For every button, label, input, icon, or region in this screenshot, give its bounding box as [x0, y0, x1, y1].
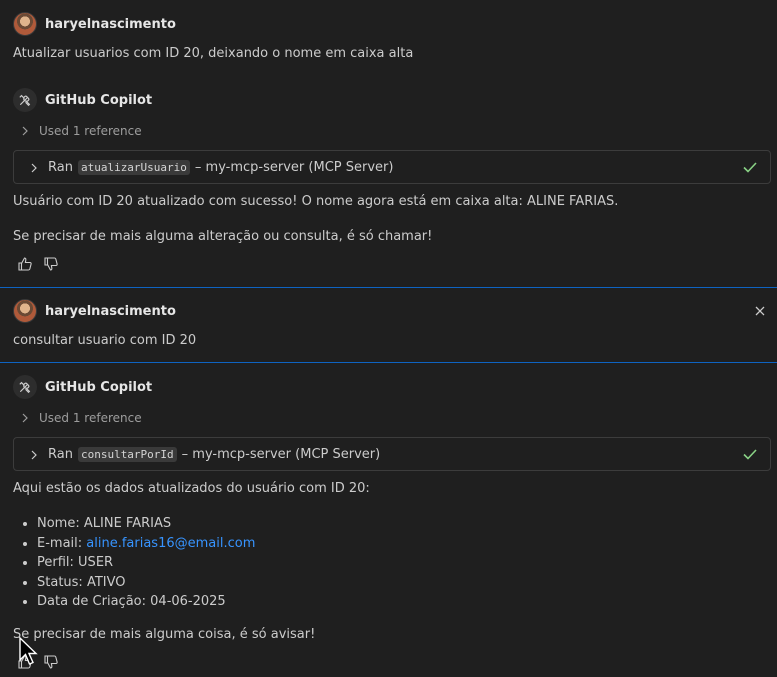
close-icon[interactable]	[754, 305, 766, 317]
chevron-right-icon	[22, 126, 28, 136]
thumbs-down-icon[interactable]	[43, 654, 59, 670]
assistant-name: GitHub Copilot	[45, 379, 153, 395]
feedback-buttons	[17, 256, 59, 272]
data-value: 04-06-2025	[150, 594, 226, 609]
assistant-header-1: GitHub Copilot	[13, 88, 152, 112]
email-label: E-mail:	[37, 535, 83, 551]
reference-label: Used 1 reference	[39, 411, 142, 425]
status-label: Status:	[37, 574, 83, 590]
assistant-paragraph: Se precisar de mais alguma alteração ou …	[13, 229, 433, 244]
status-value: ATIVO	[86, 574, 126, 590]
used-references-toggle[interactable]: Used 1 reference	[19, 124, 142, 138]
assistant-name: GitHub Copilot	[45, 92, 153, 108]
user-details-list: Nome: ALINE FARIAS E-mail: aline.farias1…	[13, 514, 255, 612]
chevron-right-icon	[31, 163, 37, 172]
list-item: Data de Criação: 04-06-2025	[37, 592, 255, 612]
avatar	[13, 12, 37, 36]
list-item: Status: ATIVO	[37, 573, 255, 593]
username: haryelnascimento	[45, 303, 176, 319]
user-header-2: haryelnascimento	[13, 299, 176, 323]
tool-name: atualizarUsuario	[77, 160, 190, 175]
assistant-paragraph: Usuário com ID 20 atualizado com sucesso…	[13, 194, 619, 209]
chevron-right-icon	[31, 450, 37, 459]
selection-border-bottom	[0, 362, 777, 363]
user-header-1: haryelnascimento	[13, 12, 176, 36]
mouse-cursor-icon	[19, 637, 38, 665]
nome-value: ALINE FARIAS	[83, 516, 172, 531]
tool-server: – my-mcp-server (MCP Server)	[181, 447, 381, 462]
check-icon	[743, 449, 757, 460]
nome-label: Nome:	[37, 516, 80, 531]
check-icon	[743, 162, 757, 173]
list-item: E-mail: aline.farias16@email.com	[37, 534, 255, 554]
reference-label: Used 1 reference	[39, 124, 142, 138]
username: haryelnascimento	[45, 16, 176, 32]
list-item: Nome: ALINE FARIAS	[37, 514, 255, 534]
assistant-header-2: GitHub Copilot	[13, 375, 152, 399]
tool-run-box[interactable]: Ran atualizarUsuario – my-mcp-server (MC…	[13, 150, 771, 184]
tool-run-box[interactable]: Ran consultarPorId – my-mcp-server (MCP …	[13, 437, 771, 471]
email-link[interactable]: aline.farias16@email.com	[86, 536, 255, 551]
perfil-label: Perfil:	[37, 555, 74, 570]
thumbs-down-icon[interactable]	[43, 256, 59, 272]
list-item: Perfil: USER	[37, 553, 255, 573]
thumbs-up-icon[interactable]	[17, 256, 33, 272]
selection-border-top	[0, 287, 777, 288]
tool-run-prefix: Ran	[48, 447, 73, 462]
user-message: Atualizar usuarios com ID 20, deixando o…	[13, 46, 414, 61]
user-message: consultar usuario com ID 20	[13, 333, 197, 348]
used-references-toggle[interactable]: Used 1 reference	[19, 411, 142, 425]
perfil-value: USER	[78, 555, 114, 570]
tool-server: – my-mcp-server (MCP Server)	[194, 160, 394, 175]
tool-run-prefix: Ran	[48, 160, 73, 175]
tool-name: consultarPorId	[77, 447, 177, 462]
assistant-intro: Aqui estão os dados atualizados do usuár…	[13, 481, 370, 496]
data-label: Data de Criação:	[37, 594, 147, 609]
copilot-tools-icon	[13, 88, 37, 112]
chevron-right-icon	[22, 413, 28, 423]
assistant-outro: Se precisar de mais alguma coisa, é só a…	[13, 627, 316, 642]
copilot-tools-icon	[13, 375, 37, 399]
avatar	[13, 299, 37, 323]
